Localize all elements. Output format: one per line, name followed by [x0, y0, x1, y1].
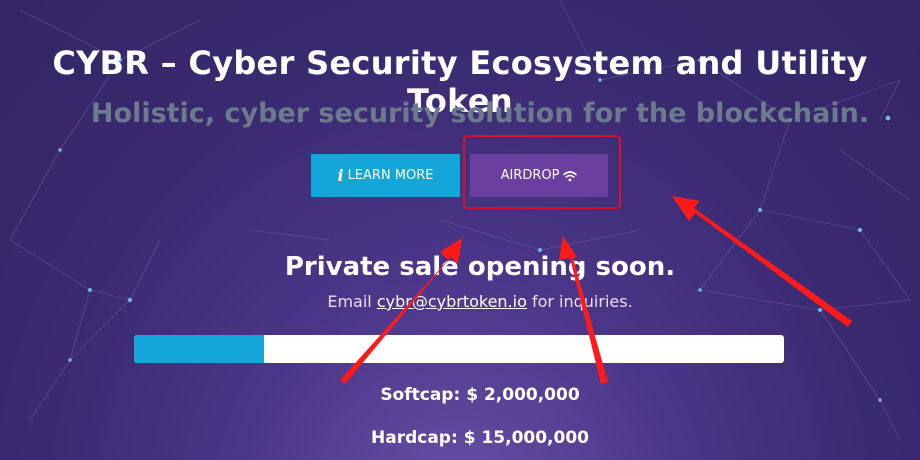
email-line: Email cybr@cybrtoken.io for inquiries. — [0, 292, 920, 311]
softcap-value: $ 2,000,000 — [466, 385, 580, 405]
hardcap-line: Hardcap: $ 15,000,000 — [0, 428, 920, 448]
sale-progress-bar — [134, 335, 784, 363]
email-link[interactable]: cybr@cybrtoken.io — [377, 292, 527, 311]
softcap-line: Softcap: $ 2,000,000 — [0, 385, 920, 405]
page-subtitle: Holistic, cyber security solution for th… — [90, 98, 870, 129]
learn-more-button[interactable]: i LEARN MORE — [311, 154, 460, 197]
info-icon: i — [337, 166, 344, 185]
sale-progress-fill — [134, 335, 264, 363]
hardcap-value: $ 15,000,000 — [463, 428, 589, 448]
hardcap-label: Hardcap: — [371, 428, 458, 448]
email-suffix: for inquiries. — [526, 292, 633, 311]
airdrop-highlight-box — [463, 135, 621, 209]
learn-more-label: LEARN MORE — [347, 168, 434, 183]
email-prefix: Email — [327, 292, 377, 311]
softcap-label: Softcap: — [380, 385, 461, 405]
sale-heading: Private sale opening soon. — [284, 252, 676, 282]
